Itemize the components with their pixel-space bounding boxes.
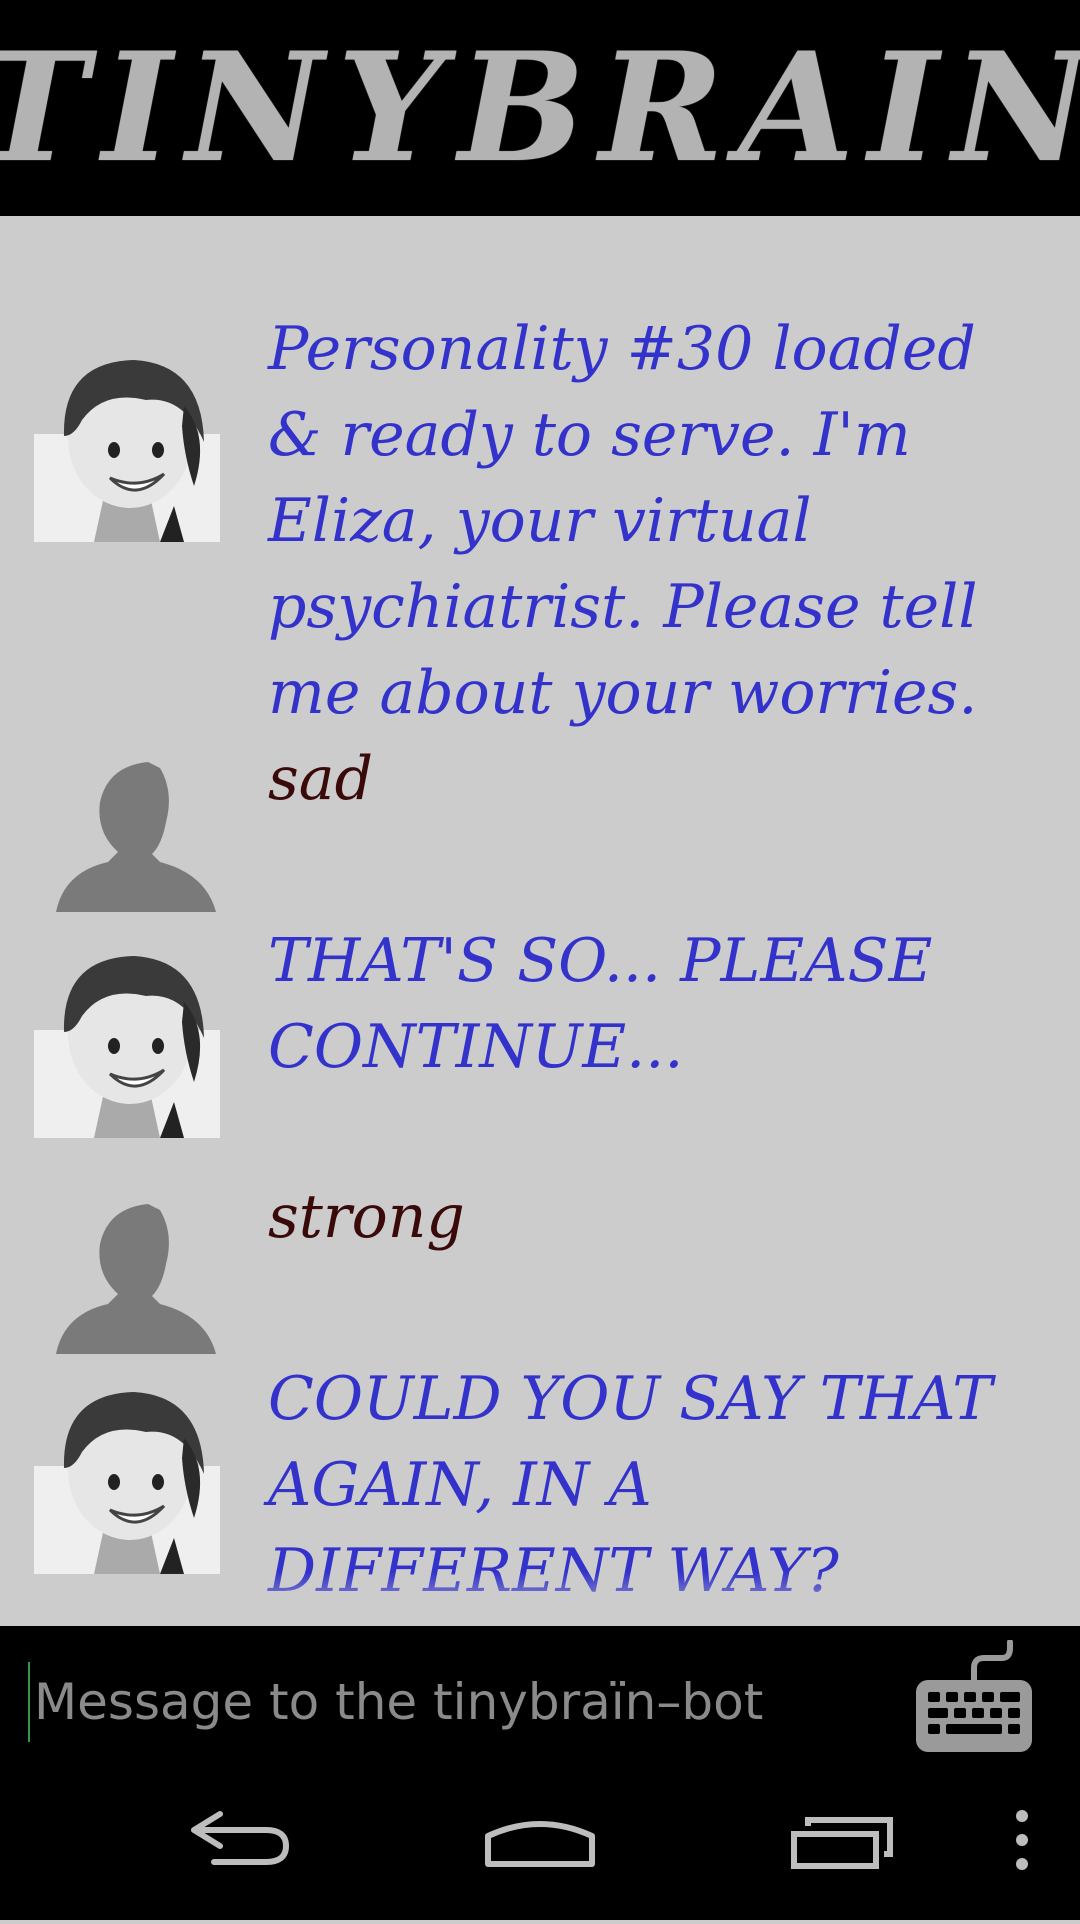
home-icon[interactable] [480,1766,600,1920]
eliza-avatar-icon [34,1378,220,1578]
user-silhouette-icon [56,1204,216,1358]
message-input[interactable] [28,1662,894,1742]
chat-message-text: sad [268,744,373,814]
chat-fade-edge [0,1572,1080,1626]
eliza-avatar-icon [34,942,220,1142]
overflow-menu-icon[interactable] [1000,1766,1044,1920]
user-silhouette-icon [56,762,216,916]
chat-message-text: strong [268,1182,465,1252]
app-header: TINYBRAIN [0,0,1080,216]
composer-bar [0,1626,1080,1766]
app-logo: TINYBRAIN [0,20,1080,196]
keyboard-icon[interactable] [912,1639,1036,1756]
system-nav-bar [0,1766,1080,1920]
recent-apps-icon[interactable] [780,1766,900,1920]
chat-message-text: THAT'S SO... PLEASE CONTINUE... [268,926,933,1082]
eliza-avatar-icon [34,346,220,546]
chat-log[interactable]: Personality #30 loaded & ready to serve.… [0,216,1080,1626]
back-icon[interactable] [180,1766,300,1920]
chat-message-text: Personality #30 loaded & ready to serve.… [268,314,978,728]
